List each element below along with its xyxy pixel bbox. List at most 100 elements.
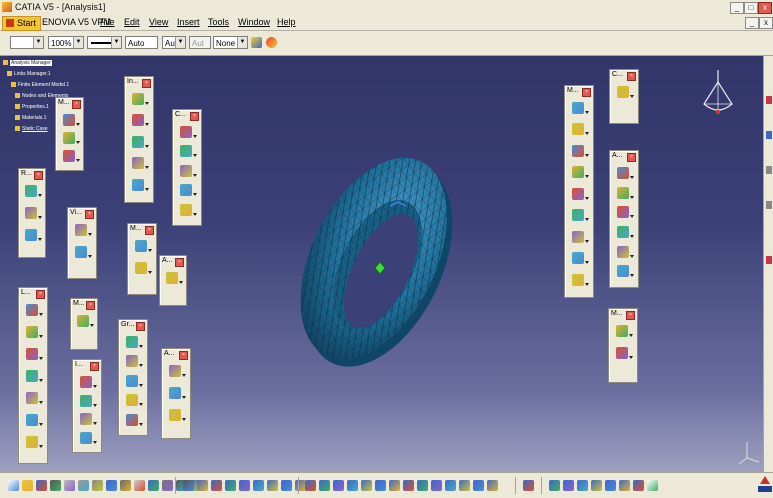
toolbar-button-icon[interactable] xyxy=(64,480,75,491)
dropdown-arrow-icon[interactable] xyxy=(39,445,43,448)
dropdown-arrow-icon[interactable] xyxy=(145,123,149,127)
dropdown-arrow-icon[interactable] xyxy=(145,102,149,105)
dropdown-arrow-icon[interactable] xyxy=(629,334,633,337)
toolbox-l1[interactable]: L... × xyxy=(18,287,48,464)
tool-icon[interactable] xyxy=(126,374,138,387)
vertical-tool-icon[interactable] xyxy=(766,131,772,139)
toolbox-header[interactable]: C... × xyxy=(173,110,201,122)
tool-icon[interactable] xyxy=(126,336,138,348)
toolbar-button-icon[interactable] xyxy=(305,480,316,491)
close-icon[interactable]: × xyxy=(582,88,591,97)
toolbar-button-icon[interactable] xyxy=(134,480,145,491)
toolbox-m4[interactable]: M... × xyxy=(564,85,594,298)
tool-icon[interactable] xyxy=(617,265,629,278)
tool-icon[interactable] xyxy=(572,123,584,136)
dropdown-arrow-icon[interactable] xyxy=(193,135,197,138)
toolbar-button-icon[interactable] xyxy=(549,480,560,491)
tool-icon[interactable] xyxy=(180,145,192,158)
tool-icon[interactable] xyxy=(617,186,629,199)
close-window-button[interactable]: x xyxy=(758,2,772,14)
tool-icon[interactable] xyxy=(77,315,89,327)
tool-icon[interactable] xyxy=(62,114,75,126)
toolbar-button-icon[interactable] xyxy=(253,480,264,491)
tool-icon[interactable] xyxy=(572,166,584,179)
close-icon[interactable]: × xyxy=(627,153,636,162)
dropdown-arrow-icon[interactable] xyxy=(39,401,43,404)
toolbox-a3[interactable]: A... × xyxy=(609,150,639,288)
toolbox-header[interactable]: L... × xyxy=(19,288,47,300)
graphic-properties-icon[interactable] xyxy=(266,37,277,48)
close-icon[interactable]: × xyxy=(85,210,94,219)
close-icon[interactable]: × xyxy=(86,301,95,310)
toolbox-header[interactable]: I... × xyxy=(73,360,101,372)
toolbar-button-icon[interactable] xyxy=(605,480,616,491)
toolbox-header[interactable]: M... × xyxy=(71,299,97,311)
dropdown-arrow-icon[interactable] xyxy=(630,95,634,98)
menu-file[interactable]: File xyxy=(100,17,115,27)
dropdown-arrow-icon[interactable] xyxy=(630,274,634,278)
menu-help[interactable]: Help xyxy=(277,17,296,27)
close-icon[interactable]: × xyxy=(190,112,199,121)
dropdown-arrow-icon[interactable] xyxy=(585,153,589,157)
close-icon[interactable]: × xyxy=(626,311,635,320)
toolbar-button-icon[interactable] xyxy=(36,480,47,491)
tool-icon[interactable] xyxy=(132,178,144,191)
tool-icon[interactable] xyxy=(26,370,38,382)
toolbox-m5[interactable]: M... × xyxy=(608,308,638,383)
toolbox-header[interactable]: A... × xyxy=(610,151,638,163)
toolbar-button-icon[interactable] xyxy=(389,480,400,491)
tool-icon[interactable] xyxy=(180,203,192,216)
toolbar-button-icon[interactable] xyxy=(8,480,19,491)
toolbox-gr[interactable]: Gr... × xyxy=(118,319,148,436)
toolbar-button-icon[interactable] xyxy=(162,480,173,491)
dropdown-arrow-icon[interactable] xyxy=(75,123,80,126)
toolbar-button-icon[interactable] xyxy=(633,480,644,491)
dropdown-arrow-icon[interactable] xyxy=(139,383,143,387)
dropdown-arrow-icon[interactable] xyxy=(182,396,186,399)
toolbar-button-icon[interactable] xyxy=(473,480,484,491)
tool-icon[interactable] xyxy=(75,246,87,258)
tool-icon[interactable] xyxy=(62,150,75,162)
dropdown-arrow-icon[interactable] xyxy=(630,215,634,219)
toolbar-button-icon[interactable] xyxy=(183,480,194,491)
tool-icon[interactable] xyxy=(132,114,144,127)
close-icon[interactable]: × xyxy=(175,258,184,267)
dropdown-arrow-icon[interactable] xyxy=(38,216,42,219)
toolbar-button-icon[interactable] xyxy=(239,480,250,491)
toolbar-button-icon[interactable] xyxy=(148,480,159,491)
dropdown-arrow-icon[interactable] xyxy=(93,440,97,444)
tree-node-links[interactable]: Links Manager.1 xyxy=(7,69,65,80)
toolbar-button-icon[interactable] xyxy=(92,480,103,491)
close-icon[interactable]: × xyxy=(90,362,99,371)
dropdown-arrow-icon[interactable] xyxy=(39,379,43,382)
dropdown-arrow-icon[interactable] xyxy=(179,281,183,284)
toolbar-button-icon[interactable] xyxy=(281,480,292,491)
start-menu[interactable]: Start xyxy=(2,16,42,31)
dropdown-arrow-icon[interactable] xyxy=(193,193,197,197)
tool-icon[interactable] xyxy=(126,413,138,426)
dropdown-arrow-icon[interactable] xyxy=(90,324,94,327)
painter-icon[interactable] xyxy=(251,37,262,48)
dropdown-arrow-icon[interactable] xyxy=(39,335,43,338)
toolbar-button-icon[interactable] xyxy=(319,480,330,491)
toolbar-button-icon[interactable] xyxy=(619,480,630,491)
doc-minimize-button[interactable]: _ xyxy=(745,17,759,29)
tool-icon[interactable] xyxy=(180,184,192,197)
vertical-tool-icon[interactable] xyxy=(766,256,772,264)
toolbar-button-icon[interactable] xyxy=(417,480,428,491)
dropdown-arrow-icon[interactable] xyxy=(182,418,186,421)
menu-insert[interactable]: Insert xyxy=(177,17,200,27)
close-icon[interactable]: × xyxy=(145,226,154,235)
dropdown-arrow-icon[interactable] xyxy=(193,212,197,216)
dropdown-arrow-icon[interactable] xyxy=(139,422,143,426)
tool-icon[interactable] xyxy=(80,431,92,444)
dropdown-arrow-icon[interactable] xyxy=(585,218,589,222)
restore-button[interactable]: □ xyxy=(744,2,758,14)
tool-icon[interactable] xyxy=(572,187,584,200)
compass-icon[interactable] xyxy=(700,68,736,120)
dropdown-arrow-icon[interactable] xyxy=(193,154,197,158)
dropdown-arrow-icon[interactable] xyxy=(585,239,589,243)
close-icon[interactable]: × xyxy=(72,100,81,109)
toolbar-button-icon[interactable] xyxy=(22,480,33,491)
minimize-button[interactable]: _ xyxy=(730,2,744,14)
